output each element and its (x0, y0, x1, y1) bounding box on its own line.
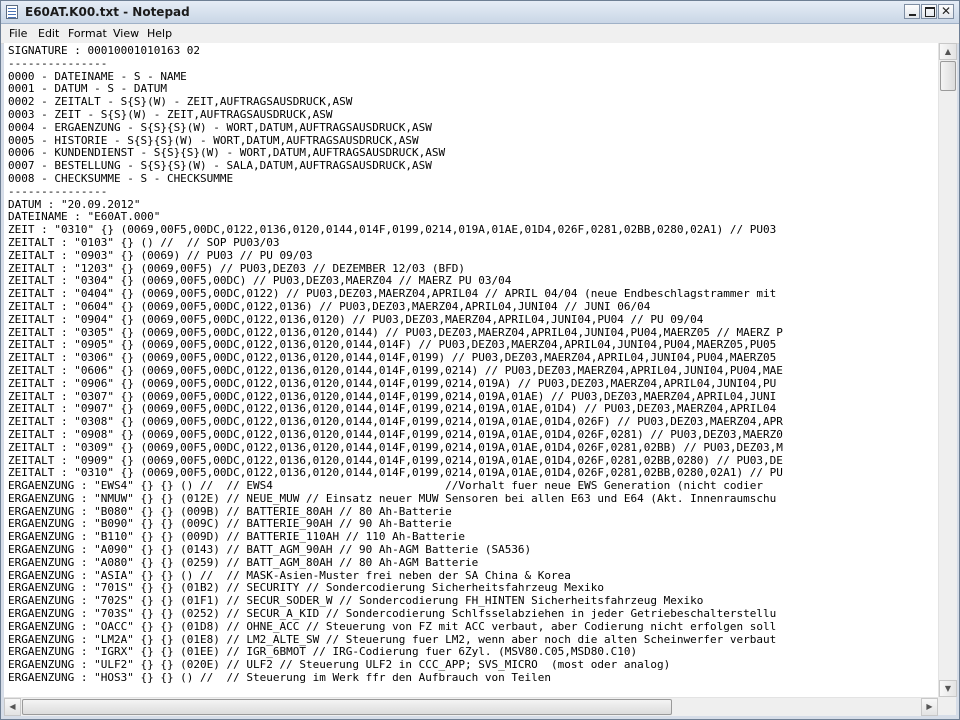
menu-help[interactable]: Help (147, 27, 172, 40)
window-title: E60AT.K00.txt - Notepad (25, 5, 190, 19)
text-line[interactable]: ZEITALT : "0103" {} () // // SOP PU03/03 (8, 236, 783, 250)
vertical-scrollbar[interactable]: ▲ ▼ (938, 43, 957, 697)
notepad-app-icon[interactable] (6, 5, 18, 19)
text-line[interactable]: --------------- (8, 185, 783, 199)
scroll-down-arrow-icon[interactable]: ▼ (939, 680, 957, 697)
text-line[interactable]: ZEITALT : "0309" {} (0069,00F5,00DC,0122… (8, 441, 783, 455)
horizontal-scroll-thumb[interactable] (22, 699, 672, 715)
notepad-window: E60AT.K00.txt - Notepad ✕ File Edit Form… (0, 0, 960, 720)
text-line[interactable]: ZEITALT : "0606" {} (0069,00F5,00DC,0122… (8, 364, 783, 378)
scroll-left-arrow-icon[interactable]: ◀ (4, 698, 21, 716)
text-line[interactable]: ZEITALT : "0306" {} (0069,00F5,00DC,0122… (8, 351, 783, 365)
text-line[interactable]: ZEITALT : "0903" {} (0069) // PU03 // PU… (8, 249, 783, 263)
text-line[interactable]: ERGAENZUNG : "A090" {} {} (0143) // BATT… (8, 543, 783, 557)
menu-file[interactable]: File (9, 27, 27, 40)
text-line[interactable]: ZEITALT : "0308" {} (0069,00F5,00DC,0122… (8, 415, 783, 429)
text-line[interactable]: ZEITALT : "0908" {} (0069,00F5,00DC,0122… (8, 428, 783, 442)
menu-bar: File Edit Format View Help (1, 24, 959, 44)
text-line[interactable]: ERGAENZUNG : "NMUW" {} {} (012E) // NEUE… (8, 492, 783, 506)
text-line[interactable]: ERGAENZUNG : "703S" {} {} (0252) // SECU… (8, 607, 783, 621)
menu-edit[interactable]: Edit (38, 27, 59, 40)
scroll-right-arrow-icon[interactable]: ▶ (921, 698, 938, 716)
text-line[interactable]: ERGAENZUNG : "HOS3" {} {} () // // Steue… (8, 671, 783, 685)
document-text[interactable]: SIGNATURE : 00010001010163 02 -----------… (8, 44, 783, 685)
text-line[interactable]: ERGAENZUNG : "A080" {} {} (0259) // BATT… (8, 556, 783, 570)
text-line[interactable]: ZEITALT : "0904" {} (0069,00F5,00DC,0122… (8, 313, 783, 327)
text-line[interactable]: 0003 - ZEIT - S{S}(W) - ZEIT,AUFTRAGSAUS… (8, 108, 783, 122)
text-line[interactable]: 0004 - ERGAENZUNG - S{S}{S}(W) - WORT,DA… (8, 121, 783, 135)
menu-format[interactable]: Format (68, 27, 107, 40)
menu-view[interactable]: View (113, 27, 139, 40)
close-button[interactable]: ✕ (938, 4, 954, 19)
text-line[interactable]: ZEITALT : "0604" {} (0069,00F5,00DC,0122… (8, 300, 783, 314)
text-editor-area[interactable]: SIGNATURE : 00010001010163 02 -----------… (4, 43, 938, 697)
size-grip[interactable] (938, 697, 956, 715)
horizontal-scrollbar[interactable]: ◀ ▶ (4, 697, 938, 716)
vertical-scroll-thumb[interactable] (940, 61, 956, 91)
text-line[interactable]: ERGAENZUNG : "EWS4" {} {} () // // EWS4 … (8, 479, 783, 493)
maximize-button[interactable] (921, 4, 937, 19)
text-line[interactable]: ZEITALT : "0906" {} (0069,00F5,00DC,0122… (8, 377, 783, 391)
text-line[interactable]: 0008 - CHECKSUMME - S - CHECKSUMME (8, 172, 783, 186)
text-line[interactable]: SIGNATURE : 00010001010163 02 (8, 44, 783, 58)
minimize-button[interactable] (904, 4, 920, 19)
text-line[interactable]: --------------- (8, 57, 783, 71)
title-bar[interactable]: E60AT.K00.txt - Notepad ✕ (1, 1, 959, 24)
text-line[interactable]: ERGAENZUNG : "OACC" {} {} (01D8) // OHNE… (8, 620, 783, 634)
scroll-up-arrow-icon[interactable]: ▲ (939, 43, 957, 60)
